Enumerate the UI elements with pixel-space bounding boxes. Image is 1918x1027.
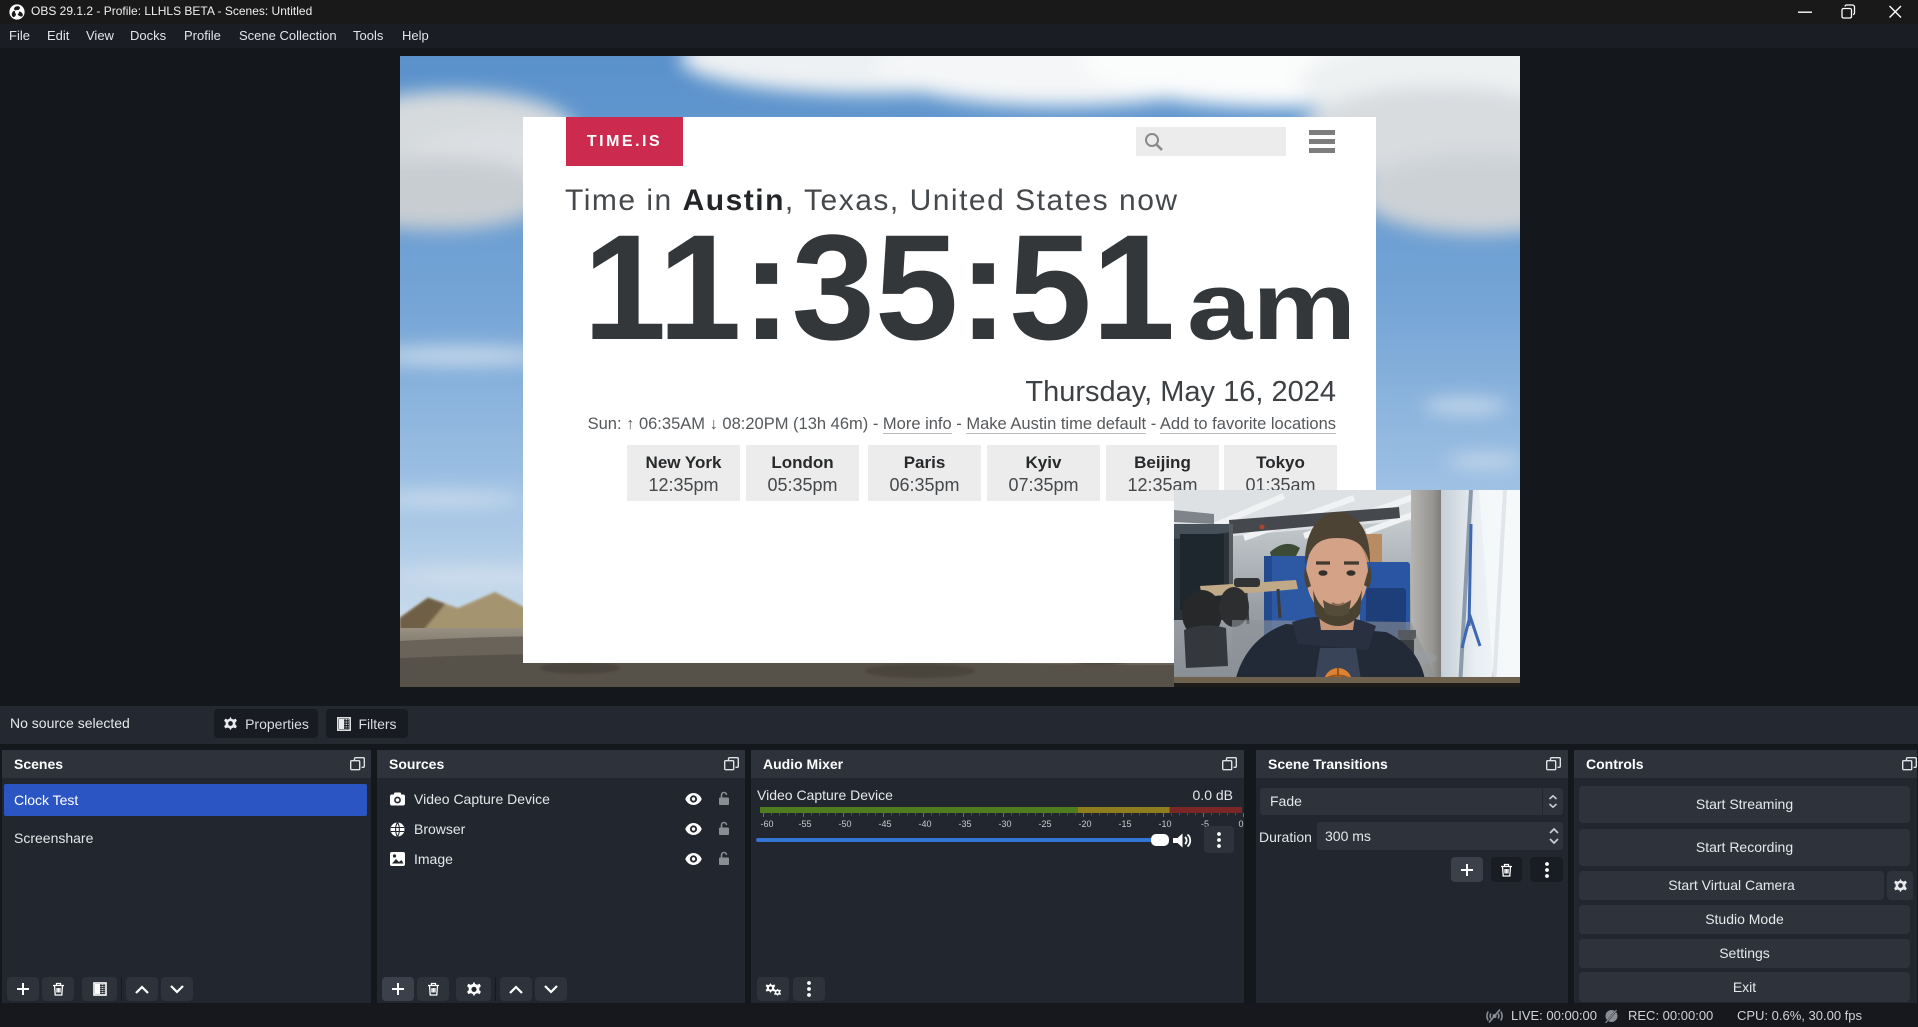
svg-text:-30: -30 [998,819,1011,829]
svg-text:-20: -20 [1078,819,1091,829]
svg-text:0: 0 [1238,819,1243,829]
svg-text:-25: -25 [1038,819,1051,829]
svg-text:-60: -60 [760,819,773,829]
svg-text:-55: -55 [798,819,811,829]
svg-text:-15: -15 [1118,819,1131,829]
svg-text:-50: -50 [838,819,851,829]
svg-text:-10: -10 [1158,819,1171,829]
svg-text:-35: -35 [958,819,971,829]
svg-text:-40: -40 [918,819,931,829]
svg-text:-45: -45 [878,819,891,829]
